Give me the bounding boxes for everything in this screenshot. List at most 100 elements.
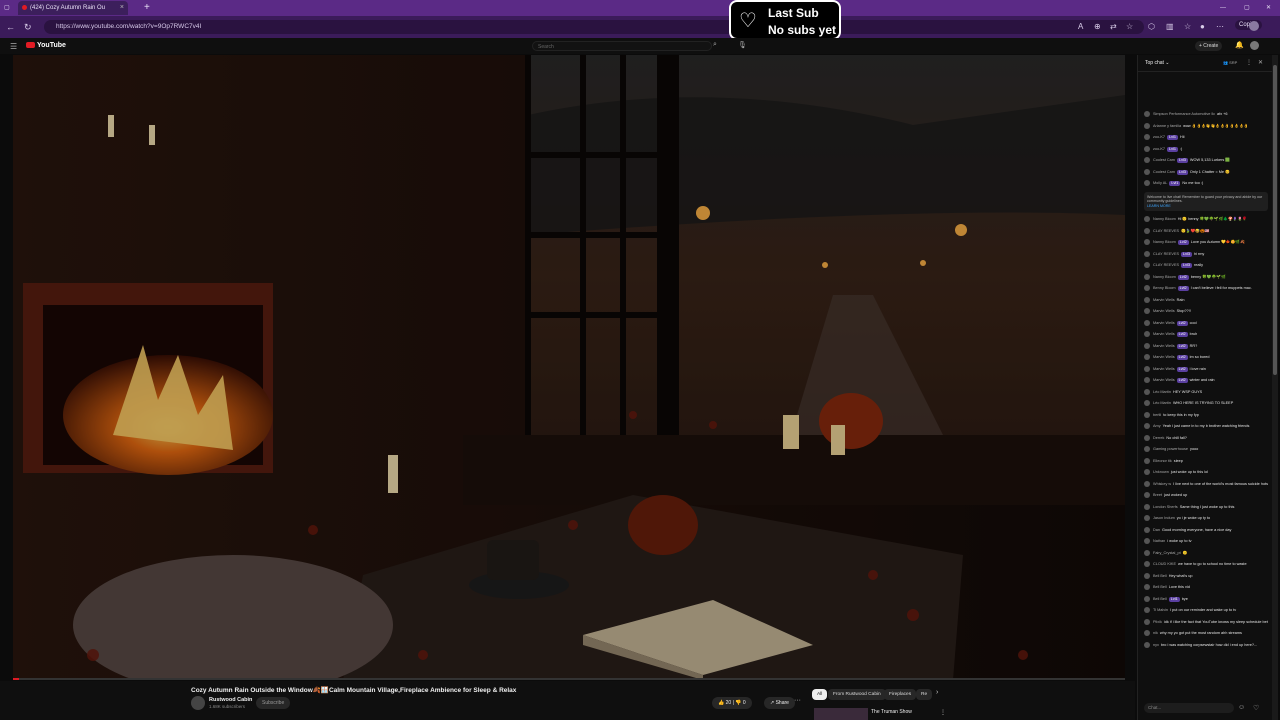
chat-message[interactable]: Breet just woked up	[1144, 492, 1268, 498]
chat-message[interactable]: Nanny Bloom Hi 🙂 benny 🍀💚🌳🌱🌿🌲🍄🪻🌷🌹	[1144, 216, 1268, 222]
chat-message[interactable]: Benny Bloom Lvl2 I can't believe i fell fo…	[1144, 285, 1268, 291]
chat-message[interactable]: Bell Bell Lvl1 bye	[1144, 595, 1268, 602]
chat-message[interactable]: Elleonor tik sleep	[1144, 457, 1268, 464]
chat-message[interactable]: Plixik idk if i like the fact that YouTub…	[1144, 618, 1268, 625]
chat-message[interactable]: Marvin Wells Lvl2 im so bored	[1144, 354, 1268, 360]
chat-message[interactable]: Unknown just woke up to this lol	[1144, 469, 1268, 475]
chips-next-icon[interactable]: ›	[936, 689, 938, 696]
chat-author[interactable]: Amy	[1153, 424, 1161, 428]
chat-message[interactable]: nik why my yo got put the most random ahh…	[1144, 630, 1268, 636]
share-button[interactable]: ↗ Share	[764, 697, 795, 709]
heart-reaction-icon[interactable]: ♡	[1253, 704, 1259, 712]
chat-author[interactable]: Nanny Bloom	[1153, 217, 1176, 221]
chat-author[interactable]: Whiskey w	[1153, 482, 1171, 486]
chat-author[interactable]: nyx	[1153, 643, 1159, 647]
dislike-button[interactable]: 👎 0	[735, 700, 745, 706]
chat-author[interactable]: zoo-K7	[1153, 135, 1165, 139]
chat-message[interactable]: Ti Malvin I put on our reminder and wake …	[1144, 607, 1268, 613]
account-avatar[interactable]	[1250, 41, 1259, 50]
chat-message[interactable]: Derrek No chill fall?	[1144, 434, 1268, 441]
chat-author[interactable]: Ti Malvin	[1153, 608, 1168, 612]
chip-more[interactable]: Re	[916, 689, 933, 700]
chat-message[interactable]: Jason Indum yo i je woke up ty to	[1144, 515, 1268, 521]
chat-message[interactable]: Fairy_Crystal_pt 🙂	[1144, 549, 1268, 556]
chat-author[interactable]: London Sherfs	[1153, 505, 1178, 509]
microphone-icon[interactable]: 🎙	[738, 41, 747, 49]
back-icon[interactable]: ←	[6, 20, 15, 34]
chat-author[interactable]: Bell Bell	[1153, 574, 1167, 578]
chat-message[interactable]: Marvin Wells Stop??!!	[1144, 308, 1268, 314]
chat-author[interactable]: Coolest Cam	[1153, 158, 1175, 162]
chip-all[interactable]: All	[812, 689, 828, 700]
minimize-icon[interactable]: —	[1220, 1, 1226, 15]
chat-message[interactable]: Marvin Wells Lvl2 i love rain	[1144, 365, 1268, 372]
chip-from-channel[interactable]: From Rustwood Cabin	[828, 689, 886, 700]
split-screen-icon[interactable]: ▥	[1166, 20, 1174, 34]
favorites-icon[interactable]: ☆	[1184, 20, 1191, 34]
chat-author[interactable]: CLAY REEVES	[1153, 263, 1179, 267]
chat-author[interactable]: Unknown	[1153, 470, 1169, 474]
chat-author[interactable]: CLOUD KIKE	[1153, 562, 1176, 566]
learn-more-link[interactable]: LEARN MORE	[1147, 204, 1171, 208]
chat-author[interactable]: Marvin Wells	[1153, 332, 1175, 336]
chat-author[interactable]: Gaming powerhouse	[1153, 447, 1188, 451]
chat-author[interactable]: Léo Martin	[1153, 390, 1171, 394]
chat-author[interactable]: Léo Martin	[1153, 401, 1171, 405]
chat-message[interactable]: zoo-K7 Lvl1 Hii	[1144, 134, 1268, 140]
maximize-icon[interactable]: ▢	[1244, 1, 1250, 15]
browser-avatar[interactable]	[1249, 21, 1259, 31]
chat-message[interactable]: Marvin Wells Rain	[1144, 296, 1268, 303]
read-aloud-icon[interactable]: A	[1078, 20, 1083, 34]
url-field[interactable]: https://www.youtube.com/watch?v=9Op7RWC7…	[44, 20, 1144, 34]
chat-author[interactable]: Marvin Wells	[1153, 378, 1175, 382]
chat-author[interactable]: Fairy_Crystal_pt	[1153, 551, 1181, 555]
chat-author[interactable]: Nathan	[1153, 539, 1165, 543]
extensions-icon[interactable]: ⬡	[1148, 20, 1155, 34]
chat-author[interactable]: Plixik	[1153, 620, 1162, 624]
chat-message[interactable]: CLAY REEVES Lvl3 hi rmy	[1144, 250, 1268, 257]
search-input[interactable]: Search	[532, 41, 712, 51]
chat-author[interactable]: bertli	[1153, 413, 1161, 417]
chat-message[interactable]: Coolest Cam Lvl3 WOW 5,133 Lurkers 🟩	[1144, 157, 1268, 163]
emoji-icon[interactable]: ☺	[1238, 704, 1245, 711]
chat-message[interactable]: Coolest Cam Lvl3 Only 1 Chatter = Me 😊	[1144, 168, 1268, 175]
translate-icon[interactable]: ⇄	[1110, 20, 1117, 34]
chat-message[interactable]: CLAY REEVES 🙂🍃❤️😅🎃🇺🇸	[1144, 227, 1268, 234]
chat-message[interactable]: zoo-K7 Lvl1:)	[1144, 145, 1268, 152]
chat-author[interactable]: Bell Bell	[1153, 597, 1167, 601]
chat-message[interactable]: Nanny Bloom Lvl2 benny 🍀💚🌳🌱🌿	[1144, 273, 1268, 280]
video-progress-bar[interactable]	[13, 678, 1125, 680]
chat-participants-icon[interactable]: 👥 SRP	[1223, 60, 1237, 65]
chat-message[interactable]: nyx bro i was watching corpsewstair how d…	[1144, 641, 1268, 648]
scrollbar-thumb[interactable]	[1273, 65, 1277, 375]
chat-author[interactable]: Jason Indum	[1153, 516, 1175, 520]
create-button[interactable]: + Create	[1195, 41, 1223, 51]
chat-author[interactable]: Marvin Wells	[1153, 309, 1175, 313]
favorite-star-icon[interactable]: ☆	[1126, 20, 1133, 34]
chat-author[interactable]: Simpson Performance Automotive llc	[1153, 112, 1215, 116]
chat-message[interactable]: Simpson Performance Automotive llc afx +6	[1144, 111, 1268, 117]
profile-icon[interactable]: ●	[1200, 20, 1205, 34]
zoom-icon[interactable]: ⊕	[1094, 20, 1101, 34]
chat-message[interactable]: Marvin Wells Lvl2 bruh	[1144, 331, 1268, 337]
chat-message[interactable]: Marvin Wells Lvl2 winter and rain	[1144, 377, 1268, 383]
chat-message[interactable]: Amy Yeah i just came in to my b brother w…	[1144, 423, 1268, 429]
chat-message[interactable]: Bell Bell Love this vid	[1144, 584, 1268, 590]
notifications-bell-icon[interactable]: 🔔	[1235, 41, 1244, 49]
chat-message[interactable]: London Sherfs Same thing I just woke up t…	[1144, 503, 1268, 510]
chat-author[interactable]: nik	[1153, 631, 1158, 635]
refresh-icon[interactable]: ↻	[24, 20, 32, 34]
chat-author[interactable]: Marvin Wells	[1153, 298, 1175, 302]
hamburger-menu-icon[interactable]: ☰	[10, 42, 17, 51]
recommendation-more-icon[interactable]: ⋮	[940, 709, 946, 716]
chat-message[interactable]: CLAY REEVES Lvl3 really	[1144, 262, 1268, 268]
chat-message[interactable]: Whiskey wI live next to one of the world…	[1144, 480, 1268, 487]
chat-message[interactable]: bertli to keep this in my fyp	[1144, 411, 1268, 418]
tab-youtube[interactable]: (424) Cozy Autumn Rain Ou ×	[18, 1, 128, 15]
chat-more-icon[interactable]: ⋮	[1246, 59, 1252, 66]
chat-author[interactable]: Coolest Cam	[1153, 170, 1175, 174]
chat-author[interactable]: Breet	[1153, 493, 1162, 497]
chat-author[interactable]: CLAY REEVES	[1153, 229, 1179, 233]
channel-name[interactable]: Rustwood Cabin	[209, 697, 252, 703]
more-actions-icon[interactable]: ···	[794, 697, 801, 704]
